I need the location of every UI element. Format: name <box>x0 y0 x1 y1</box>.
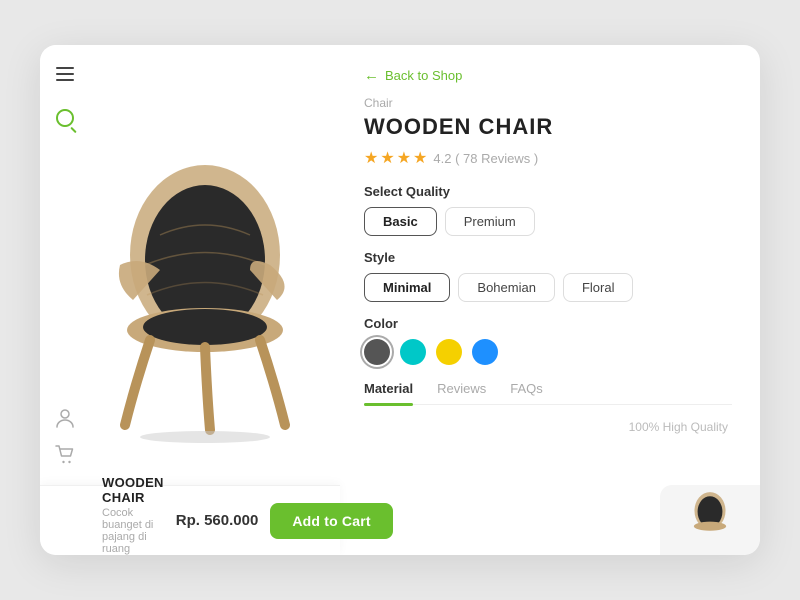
chair-illustration <box>95 155 315 445</box>
tab-reviews[interactable]: Reviews <box>437 381 486 404</box>
star-3: ★ <box>397 148 411 168</box>
back-arrow-icon: ← <box>364 67 379 84</box>
product-title: WOODEN CHAIR <box>364 114 732 140</box>
product-tabs: Material Reviews FAQs <box>364 381 732 405</box>
tab-material[interactable]: Material <box>364 381 413 404</box>
price-display: Rp. 560.000 <box>176 512 259 529</box>
star-2: ★ <box>380 148 394 168</box>
tab-content-text: 100% High Quality <box>629 420 728 434</box>
style-bohemian-button[interactable]: Bohemian <box>458 273 555 302</box>
quality-basic-button[interactable]: Basic <box>364 207 437 236</box>
color-options <box>364 339 732 365</box>
search-icon[interactable] <box>56 109 74 127</box>
cart-product-title: WOODEN CHAIR <box>102 475 164 505</box>
back-label: Back to Shop <box>385 68 462 83</box>
color-yellow[interactable] <box>436 339 462 365</box>
product-category: Chair <box>364 96 732 110</box>
back-to-shop-link[interactable]: ← Back to Shop <box>364 67 732 84</box>
sidebar-bottom <box>40 409 90 465</box>
product-image <box>85 140 325 460</box>
sidebar-icons <box>40 45 90 555</box>
menu-icon[interactable] <box>56 67 74 81</box>
quality-options: Basic Premium <box>364 207 732 236</box>
style-minimal-button[interactable]: Minimal <box>364 273 450 302</box>
bottom-bar: WOODEN CHAIR Cocok buanget di pajang di … <box>40 485 340 555</box>
star-4: ★ <box>413 148 427 168</box>
tab-content-area: 100% High Quality <box>364 417 732 437</box>
star-1: ★ <box>364 148 378 168</box>
color-section-label: Color <box>364 316 732 331</box>
cart-info: WOODEN CHAIR Cocok buanget di pajang di … <box>102 475 164 556</box>
color-cyan[interactable] <box>400 339 426 365</box>
style-section-label: Style <box>364 250 732 265</box>
star-rating: ★ ★ ★ ★ <box>364 148 427 168</box>
cart-icon[interactable] <box>55 445 75 465</box>
bottom-detail-image <box>660 485 760 555</box>
color-blue[interactable] <box>472 339 498 365</box>
add-to-cart-button[interactable]: Add to Cart <box>270 503 392 539</box>
style-floral-button[interactable]: Floral <box>563 273 634 302</box>
rating-value: 4.2 ( 78 Reviews ) <box>433 151 538 166</box>
style-options: Minimal Bohemian Floral <box>364 273 732 302</box>
product-card: WOODEN CHAIR Cocok buanget di pajang di … <box>40 45 760 555</box>
left-panel: WOODEN CHAIR Cocok buanget di pajang di … <box>40 45 340 555</box>
cart-product-subtitle: Cocok buanget di pajang di ruang tengah … <box>102 507 164 556</box>
tab-faqs[interactable]: FAQs <box>510 381 543 404</box>
profile-icon[interactable] <box>55 409 75 429</box>
quality-premium-button[interactable]: Premium <box>445 207 535 236</box>
color-dark-gray[interactable] <box>364 339 390 365</box>
quality-section-label: Select Quality <box>364 184 732 199</box>
right-panel: ← Back to Shop Chair WOODEN CHAIR ★ ★ ★ … <box>340 45 760 555</box>
rating-row: ★ ★ ★ ★ 4.2 ( 78 Reviews ) <box>364 148 732 168</box>
